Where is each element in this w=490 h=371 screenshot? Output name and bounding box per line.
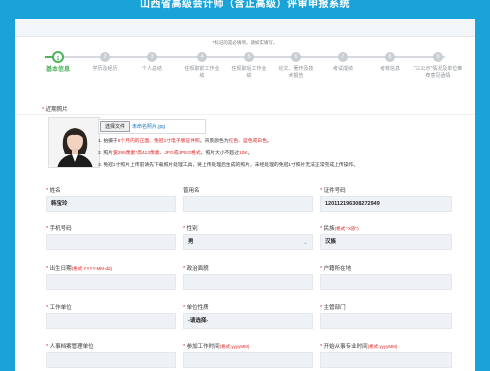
work-unit-label: * 工作单位 — [46, 305, 72, 311]
hukou-input[interactable] — [320, 274, 452, 290]
gender-select[interactable]: 男 ⌄ — [183, 234, 313, 250]
step-dot: 2 — [100, 52, 110, 62]
unit-nature-label: * 单位性质 — [183, 305, 209, 311]
file-input[interactable]: 选择文件 未命名照片.jpg — [98, 119, 206, 134]
main-panel: *标记的是必填项，请如实填写。 1 基本信息 2 学历及经历 3 个人总结 4 … — [15, 19, 475, 371]
political-input[interactable] — [183, 274, 313, 290]
profession-start-label: * 开始从事专业时间(格式:yyyyMM) — [320, 344, 398, 350]
unit-nature-select[interactable]: -请选择- — [183, 313, 313, 329]
phone-input[interactable] — [46, 234, 176, 250]
panel-header-strip — [15, 19, 475, 37]
step-dot: 8 — [385, 52, 395, 62]
photo-preview — [48, 117, 100, 168]
work-start-input[interactable] — [183, 352, 313, 368]
id-number-input[interactable]: 120112196308272949 — [320, 196, 452, 212]
gender-label: * 性别 — [183, 226, 198, 232]
step-dot: 3 — [147, 52, 157, 62]
step-dot: 9 — [433, 52, 443, 62]
archive-unit-input[interactable] — [46, 352, 176, 368]
name-input[interactable]: 韩宝玲 — [46, 196, 176, 212]
site-title: 山西省高级会计师（含正高级）评审申报系统 — [140, 0, 350, 10]
ethnicity-input[interactable]: 汉族 — [320, 234, 452, 250]
photo-label: * 近期照片 — [42, 107, 68, 113]
step-dot: 1 — [52, 51, 64, 63]
photo-rules: 1. 拍摄于6个月内的正面、免冠1寸电子版证件照。背景颜色为红色、蓝色或白色。 … — [98, 136, 438, 172]
photo-rule-3: 3. 免冠1寸照片上传前请先下载照片处理工具，将上传处理后生成的照片，未经处理的… — [98, 163, 359, 168]
step-label: "三公示"情况及单位推荐意见函情 — [413, 66, 463, 79]
archive-unit-label: * 人事档案管理单位 — [46, 344, 94, 350]
step-dot: 4 — [197, 52, 207, 62]
political-label: * 政治面貌 — [183, 266, 209, 272]
birth-date-label: * 出生日期(格式:YYYY-MM-dd) — [46, 266, 113, 272]
progress-steps: 1 基本信息 2 学历及经历 3 个人总结 4 任现职前工作业绩 5 任现职后工… — [15, 49, 475, 109]
former-name-input[interactable] — [183, 196, 313, 212]
chevron-down-icon: ⌄ — [302, 240, 308, 246]
department-input[interactable] — [320, 313, 452, 329]
hukou-label: * 户籍所在地 — [320, 266, 352, 272]
photo-rule-2: 2. 照片宽295像素*高413像素、JPG或JPEG格式，照片大小不超过10K… — [98, 151, 253, 156]
step-publicity[interactable]: 9 "三公示"情况及单位推荐意见函情 — [406, 49, 470, 80]
portrait-image — [49, 118, 99, 167]
name-label: * 姓名 — [46, 188, 61, 194]
department-label: * 主管部门 — [320, 305, 346, 311]
ethnicity-label: * 民族(格式:"X族") — [320, 226, 359, 232]
former-name-label: 曾用名 — [183, 188, 200, 194]
divider — [15, 114, 475, 115]
step-dot: 6 — [291, 52, 301, 62]
file-name: 未命名照片.jpg — [132, 124, 166, 130]
birth-date-input[interactable] — [46, 274, 176, 290]
step-dot: 7 — [338, 52, 348, 62]
phone-label: * 手机号码 — [46, 226, 72, 232]
work-start-label: * 参加工作时间(格式:yyyyMM) — [183, 344, 250, 350]
step-dot: 5 — [244, 52, 254, 62]
profession-start-input[interactable] — [320, 352, 452, 368]
required-hint: *标记的是必填项，请如实填写。 — [212, 40, 278, 45]
photo-rule-1: 1. 拍摄于6个月内的正面、免冠1寸电子版证件照。背景颜色为红色、蓝色或白色。 — [98, 139, 272, 144]
work-unit-input[interactable] — [46, 313, 176, 329]
id-number-label: * 证件号码 — [320, 188, 346, 194]
choose-file-button[interactable]: 选择文件 — [100, 121, 130, 132]
